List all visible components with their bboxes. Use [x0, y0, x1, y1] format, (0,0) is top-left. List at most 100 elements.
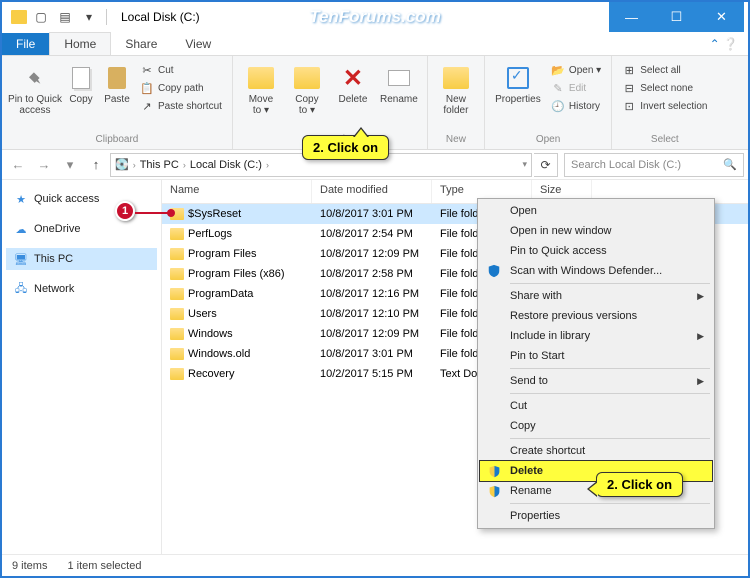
navigation-pane: ★Quick access ☁OneDrive 🖥This PC 🖧Networ… [2, 180, 162, 554]
col-name[interactable]: Name [162, 180, 312, 203]
file-tab[interactable]: File [2, 33, 49, 55]
file-name: Recovery [188, 368, 234, 380]
ctx-pin-start[interactable]: Pin to Start [480, 346, 712, 366]
invert-selection-button[interactable]: ⊡Invert selection [618, 98, 711, 114]
help-collapse-button[interactable]: ⌃ ❔ [700, 33, 748, 55]
chevron-right-icon: ▶ [697, 331, 704, 342]
home-tab[interactable]: Home [49, 32, 111, 55]
forward-button[interactable]: → [32, 153, 56, 177]
pc-icon: 🖥 [14, 252, 28, 266]
ctx-cut[interactable]: Cut [480, 396, 712, 416]
pin-icon [21, 64, 49, 92]
open-icon: 📂 [551, 63, 565, 77]
paste-button[interactable]: Paste [100, 60, 134, 134]
selection-count: 1 item selected [67, 560, 141, 572]
cut-button[interactable]: ✂Cut [136, 62, 226, 78]
file-name: PerfLogs [188, 228, 232, 240]
ctx-send-to[interactable]: Send to▶ [480, 371, 712, 391]
col-date[interactable]: Date modified [312, 180, 432, 203]
rename-button[interactable]: Rename [377, 60, 421, 134]
ctx-share-with[interactable]: Share with▶ [480, 286, 712, 306]
uac-shield-icon [486, 463, 502, 479]
paste-shortcut-button[interactable]: ↗Paste shortcut [136, 98, 226, 114]
qat-new-folder-icon[interactable]: ▤ [54, 6, 76, 28]
scissors-icon: ✂ [140, 63, 154, 77]
properties-button[interactable]: Properties [491, 60, 545, 134]
select-all-button[interactable]: ⊞Select all [618, 62, 711, 78]
copy-button[interactable]: Copy [64, 60, 98, 134]
search-input[interactable]: Search Local Disk (C:) 🔍 [564, 153, 744, 177]
file-date: 10/8/2017 12:09 PM [312, 326, 432, 342]
annotation-marker-1: 1 [115, 201, 135, 221]
window-title: Local Disk (C:) [121, 10, 200, 24]
file-name: Program Files [188, 248, 256, 260]
qat-dropdown-icon[interactable]: ▾ [78, 6, 100, 28]
address-dropdown-icon[interactable]: ▾ [522, 159, 527, 170]
nav-this-pc[interactable]: 🖥This PC [6, 248, 157, 270]
title-bar: ▢ ▤ ▾ Local Disk (C:) TenForums.com — ☐ … [2, 2, 748, 32]
uac-shield-icon [486, 483, 502, 499]
annotation-callout-context: 2. Click on [596, 472, 683, 497]
file-date: 10/8/2017 3:01 PM [312, 346, 432, 362]
up-button[interactable]: ↑ [84, 153, 108, 177]
folder-icon [170, 328, 184, 340]
item-count: 9 items [12, 560, 47, 572]
breadcrumb-this-pc[interactable]: This PC [140, 159, 179, 171]
nav-onedrive[interactable]: ☁OneDrive [6, 218, 157, 240]
copy-path-button[interactable]: 📋Copy path [136, 80, 226, 96]
folder-icon [170, 308, 184, 320]
file-name: Windows.old [188, 348, 250, 360]
file-name: Users [188, 308, 217, 320]
annotation-dot [167, 209, 175, 217]
qat-properties-icon[interactable]: ▢ [30, 6, 52, 28]
network-icon: 🖧 [14, 282, 28, 296]
copy-to-button[interactable]: Copy to ▾ [285, 60, 329, 134]
file-date: 10/8/2017 2:58 PM [312, 266, 432, 282]
file-date: 10/8/2017 3:01 PM [312, 206, 432, 222]
ctx-properties[interactable]: Properties [480, 506, 712, 526]
new-folder-button[interactable]: New folder [434, 60, 478, 134]
back-button[interactable]: ← [6, 153, 30, 177]
view-tab[interactable]: View [171, 33, 225, 55]
drive-icon: 💽 [115, 158, 129, 171]
ctx-copy[interactable]: Copy [480, 416, 712, 436]
file-name: ProgramData [188, 288, 253, 300]
file-date: 10/8/2017 12:10 PM [312, 306, 432, 322]
minimize-button[interactable]: — [609, 2, 654, 32]
copy-icon [67, 64, 95, 92]
move-to-button[interactable]: Move to ▾ [239, 60, 283, 134]
recent-button[interactable]: ▾ [58, 153, 82, 177]
ctx-include-library[interactable]: Include in library▶ [480, 326, 712, 346]
defender-shield-icon [486, 263, 502, 279]
select-none-button[interactable]: ⊟Select none [618, 80, 711, 96]
shortcut-icon: ↗ [140, 99, 154, 113]
maximize-button[interactable]: ☐ [654, 2, 699, 32]
share-tab[interactable]: Share [111, 33, 171, 55]
search-icon: 🔍 [723, 158, 737, 171]
delete-x-icon: ✕ [339, 64, 367, 92]
properties-icon [504, 64, 532, 92]
new-folder-icon [442, 64, 470, 92]
copy-to-icon [293, 64, 321, 92]
edit-button[interactable]: ✎Edit [547, 80, 605, 96]
clipboard-group-label: Clipboard [8, 134, 226, 145]
ctx-pin-quick-access[interactable]: Pin to Quick access [480, 241, 712, 261]
folder-icon [170, 268, 184, 280]
ctx-restore-versions[interactable]: Restore previous versions [480, 306, 712, 326]
nav-network[interactable]: 🖧Network [6, 278, 157, 300]
ctx-create-shortcut[interactable]: Create shortcut [480, 441, 712, 461]
folder-icon [170, 368, 184, 380]
close-button[interactable]: ✕ [699, 2, 744, 32]
file-name: Program Files (x86) [188, 268, 285, 280]
history-button[interactable]: 🕘History [547, 98, 605, 114]
breadcrumb-location[interactable]: Local Disk (C:) [190, 159, 262, 171]
folder-icon [170, 348, 184, 360]
refresh-button[interactable]: ⟳ [534, 153, 558, 177]
ctx-scan-defender[interactable]: Scan with Windows Defender... [480, 261, 712, 281]
file-name: $SysReset [188, 208, 241, 220]
open-button[interactable]: 📂Open ▾ [547, 62, 605, 78]
pin-to-quick-access-button[interactable]: Pin to Quick access [8, 60, 62, 134]
ctx-open-new-window[interactable]: Open in new window [480, 221, 712, 241]
watermark: TenForums.com [309, 7, 441, 27]
ctx-open[interactable]: Open [480, 201, 712, 221]
